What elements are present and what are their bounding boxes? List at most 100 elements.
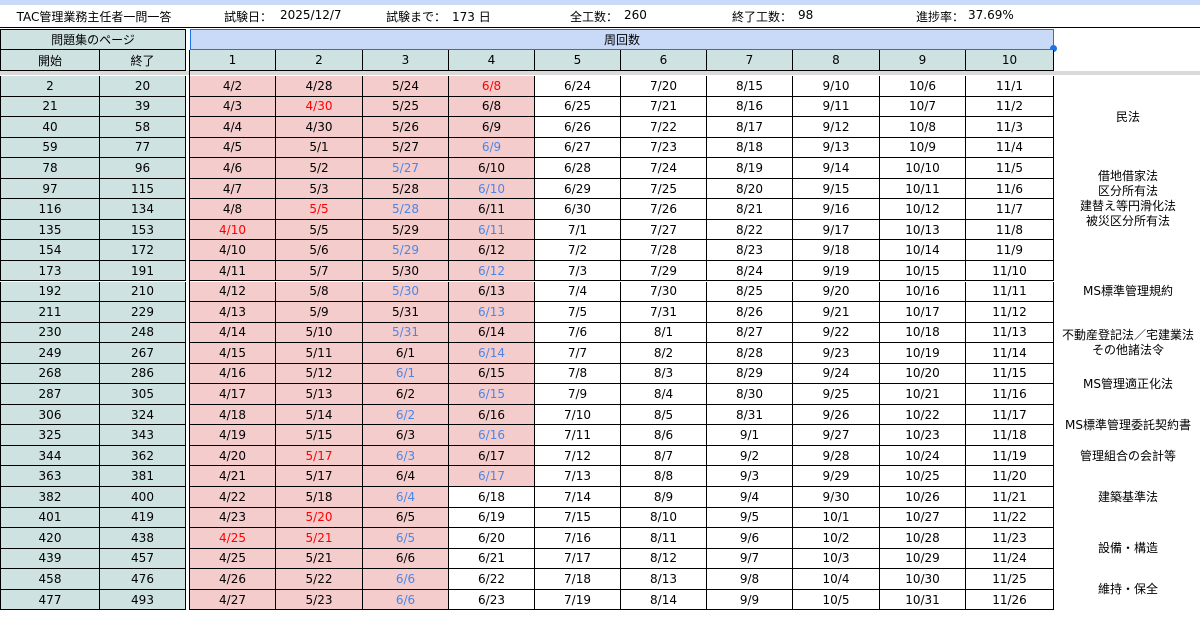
date-cell-round-1[interactable]: 4/25 (190, 528, 276, 549)
end-page-cell[interactable]: 172 (100, 240, 186, 261)
date-cell-round-1[interactable]: 4/18 (190, 404, 276, 426)
date-cell-round-5[interactable]: 7/13 (535, 466, 621, 487)
date-cell-round-8[interactable]: 10/2 (793, 528, 880, 549)
date-cell-round-1[interactable]: 4/11 (190, 260, 276, 282)
date-cell-round-10[interactable]: 11/20 (966, 466, 1054, 487)
round-header-4[interactable]: 4 (449, 50, 535, 71)
date-cell-round-10[interactable]: 11/10 (966, 260, 1054, 282)
round-header-5[interactable]: 5 (535, 50, 621, 71)
date-cell-round-3[interactable]: 6/2 (363, 404, 449, 426)
date-cell-round-5[interactable]: 6/29 (535, 178, 621, 200)
date-cell-round-1[interactable]: 4/26 (190, 569, 276, 590)
date-cell-round-9[interactable]: 10/11 (880, 178, 966, 200)
date-cell-round-9[interactable]: 10/14 (880, 240, 966, 261)
date-cell-round-5[interactable]: 7/10 (535, 404, 621, 426)
date-cell-round-7[interactable]: 8/19 (707, 158, 793, 179)
date-cell-round-6[interactable]: 7/22 (621, 117, 707, 138)
round-header-2[interactable]: 2 (276, 50, 363, 71)
round-header-3[interactable]: 3 (363, 50, 449, 71)
date-cell-round-6[interactable]: 7/26 (621, 199, 707, 220)
days-left-value[interactable]: 173 日 (452, 8, 491, 25)
start-page-cell[interactable]: 268 (0, 363, 100, 385)
end-page-cell[interactable]: 493 (100, 589, 186, 611)
date-cell-round-9[interactable]: 10/26 (880, 487, 966, 508)
date-cell-round-2[interactable]: 5/18 (276, 487, 363, 508)
date-cell-round-8[interactable]: 10/1 (793, 507, 880, 529)
date-cell-round-7[interactable]: 8/31 (707, 404, 793, 426)
date-cell-round-5[interactable]: 7/4 (535, 281, 621, 303)
date-cell-round-6[interactable]: 8/5 (621, 404, 707, 426)
start-page-cell[interactable]: 116 (0, 199, 100, 220)
date-cell-round-2[interactable]: 5/21 (276, 528, 363, 549)
date-cell-round-10[interactable]: 11/26 (966, 589, 1054, 611)
date-cell-round-2[interactable]: 5/6 (276, 240, 363, 261)
date-cell-round-1[interactable]: 4/7 (190, 178, 276, 200)
round-header-9[interactable]: 9 (880, 50, 966, 71)
date-cell-round-4[interactable]: 6/20 (449, 528, 535, 549)
date-cell-round-10[interactable]: 11/16 (966, 384, 1054, 405)
date-cell-round-8[interactable]: 9/29 (793, 466, 880, 487)
date-cell-round-8[interactable]: 9/10 (793, 76, 880, 97)
date-cell-round-10[interactable]: 11/11 (966, 281, 1054, 303)
date-cell-round-8[interactable]: 9/14 (793, 158, 880, 179)
date-cell-round-10[interactable]: 11/4 (966, 137, 1054, 159)
date-cell-round-9[interactable]: 10/31 (880, 589, 966, 611)
date-cell-round-9[interactable]: 10/25 (880, 466, 966, 487)
date-cell-round-5[interactable]: 7/12 (535, 445, 621, 467)
date-cell-round-5[interactable]: 7/3 (535, 260, 621, 282)
date-cell-round-2[interactable]: 5/17 (276, 445, 363, 467)
date-cell-round-6[interactable]: 7/21 (621, 96, 707, 118)
date-cell-round-3[interactable]: 5/27 (363, 158, 449, 179)
date-cell-round-3[interactable]: 5/28 (363, 199, 449, 220)
date-cell-round-8[interactable]: 9/21 (793, 302, 880, 323)
date-cell-round-1[interactable]: 4/15 (190, 343, 276, 364)
date-cell-round-10[interactable]: 11/14 (966, 343, 1054, 364)
start-page-cell[interactable]: 458 (0, 569, 100, 590)
date-cell-round-4[interactable]: 6/16 (449, 404, 535, 426)
date-cell-round-1[interactable]: 4/13 (190, 302, 276, 323)
date-cell-round-5[interactable]: 7/18 (535, 569, 621, 590)
start-page-cell[interactable]: 21 (0, 96, 100, 118)
date-cell-round-3[interactable]: 6/4 (363, 466, 449, 487)
start-page-cell[interactable]: 382 (0, 487, 100, 508)
date-cell-round-10[interactable]: 11/13 (966, 322, 1054, 344)
date-cell-round-7[interactable]: 8/24 (707, 260, 793, 282)
date-cell-round-2[interactable]: 4/30 (276, 117, 363, 138)
date-cell-round-7[interactable]: 9/2 (707, 445, 793, 467)
date-cell-round-4[interactable]: 6/8 (449, 96, 535, 118)
date-cell-round-6[interactable]: 8/10 (621, 507, 707, 529)
date-cell-round-7[interactable]: 8/15 (707, 76, 793, 97)
round-header-7[interactable]: 7 (707, 50, 793, 71)
start-page-cell[interactable]: 2 (0, 76, 100, 97)
date-cell-round-6[interactable]: 7/27 (621, 219, 707, 241)
date-cell-round-4[interactable]: 6/19 (449, 507, 535, 529)
date-cell-round-5[interactable]: 7/2 (535, 240, 621, 261)
date-cell-round-7[interactable]: 9/6 (707, 528, 793, 549)
date-cell-round-9[interactable]: 10/13 (880, 219, 966, 241)
date-cell-round-9[interactable]: 10/22 (880, 404, 966, 426)
date-cell-round-2[interactable]: 5/5 (276, 199, 363, 220)
date-cell-round-9[interactable]: 10/23 (880, 425, 966, 446)
date-cell-round-1[interactable]: 4/16 (190, 363, 276, 385)
date-cell-round-4[interactable]: 6/11 (449, 199, 535, 220)
date-cell-round-6[interactable]: 7/20 (621, 76, 707, 97)
date-cell-round-9[interactable]: 10/17 (880, 302, 966, 323)
date-cell-round-8[interactable]: 9/27 (793, 425, 880, 446)
date-cell-round-1[interactable]: 4/22 (190, 487, 276, 508)
date-cell-round-2[interactable]: 5/14 (276, 404, 363, 426)
date-cell-round-1[interactable]: 4/19 (190, 425, 276, 446)
date-cell-round-6[interactable]: 7/28 (621, 240, 707, 261)
date-cell-round-10[interactable]: 11/18 (966, 425, 1054, 446)
date-cell-round-6[interactable]: 7/23 (621, 137, 707, 159)
date-cell-round-7[interactable]: 8/16 (707, 96, 793, 118)
end-page-cell[interactable]: 476 (100, 569, 186, 590)
date-cell-round-4[interactable]: 6/23 (449, 589, 535, 611)
date-cell-round-4[interactable]: 6/8 (449, 76, 535, 97)
date-cell-round-3[interactable]: 5/30 (363, 281, 449, 303)
date-cell-round-1[interactable]: 4/20 (190, 445, 276, 467)
date-cell-round-10[interactable]: 11/2 (966, 96, 1054, 118)
date-cell-round-3[interactable]: 5/24 (363, 76, 449, 97)
date-cell-round-2[interactable]: 5/23 (276, 589, 363, 611)
date-cell-round-6[interactable]: 8/14 (621, 589, 707, 611)
round-header-8[interactable]: 8 (793, 50, 880, 71)
